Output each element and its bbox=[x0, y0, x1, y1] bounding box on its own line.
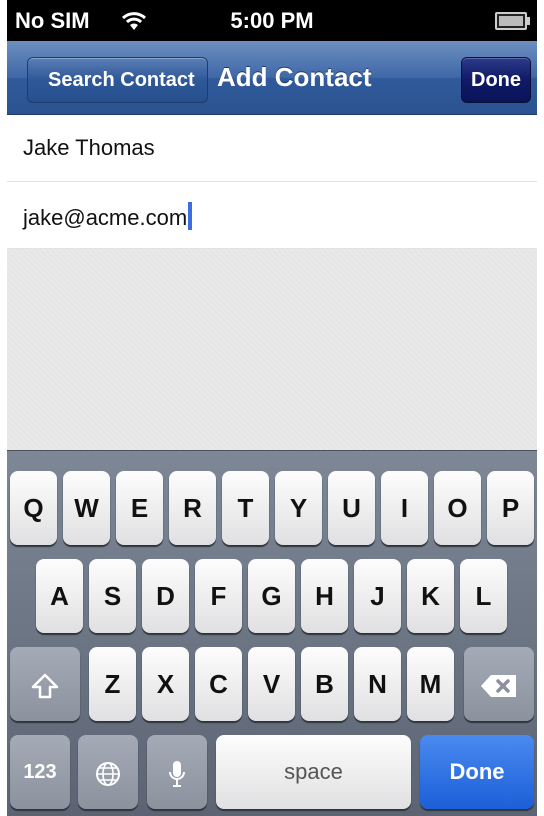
globe-icon bbox=[96, 762, 120, 787]
key-y[interactable]: Y bbox=[275, 471, 322, 545]
key-m[interactable]: M bbox=[407, 647, 454, 721]
page-title: Add Contact bbox=[217, 62, 372, 92]
delete-key[interactable] bbox=[464, 647, 534, 721]
key-f[interactable]: F bbox=[195, 559, 242, 633]
key-z[interactable]: Z bbox=[89, 647, 136, 721]
numbers-key[interactable]: 123 bbox=[10, 735, 70, 809]
key-u[interactable]: U bbox=[328, 471, 375, 545]
key-s[interactable]: S bbox=[89, 559, 136, 633]
key-o[interactable]: O bbox=[434, 471, 481, 545]
dictation-key[interactable] bbox=[147, 735, 207, 809]
done-button[interactable]: Done bbox=[461, 57, 531, 103]
name-field[interactable]: Jake Thomas bbox=[7, 115, 537, 182]
key-i[interactable]: I bbox=[381, 471, 428, 545]
keyboard-done-key[interactable]: Done bbox=[420, 735, 534, 809]
globe-key[interactable] bbox=[78, 735, 138, 809]
key-e[interactable]: E bbox=[116, 471, 163, 545]
navigation-bar: Search Contact Add Contact Done bbox=[7, 41, 537, 115]
key-t[interactable]: T bbox=[222, 471, 269, 545]
key-r[interactable]: R bbox=[169, 471, 216, 545]
backspace-icon bbox=[481, 675, 516, 698]
key-h[interactable]: H bbox=[301, 559, 348, 633]
key-w[interactable]: W bbox=[63, 471, 110, 545]
space-key[interactable]: space bbox=[216, 735, 411, 809]
name-field-value: Jake Thomas bbox=[23, 135, 155, 160]
key-x[interactable]: X bbox=[142, 647, 189, 721]
key-l[interactable]: L bbox=[460, 559, 507, 633]
status-bar: No SIM 5:00 PM bbox=[7, 0, 537, 41]
clock-label: 5:00 PM bbox=[230, 8, 314, 33]
key-p[interactable]: P bbox=[487, 471, 534, 545]
key-j[interactable]: J bbox=[354, 559, 401, 633]
empty-content-area bbox=[7, 249, 537, 450]
text-cursor bbox=[188, 202, 193, 230]
key-g[interactable]: G bbox=[248, 559, 295, 633]
keyboard: Q W E R T Y U I O P A S D F G H J K L Z … bbox=[7, 450, 537, 816]
key-b[interactable]: B bbox=[301, 647, 348, 721]
shift-key[interactable] bbox=[10, 647, 80, 721]
key-d[interactable]: D bbox=[142, 559, 189, 633]
microphone-icon bbox=[169, 761, 185, 788]
battery-icon bbox=[495, 12, 530, 30]
key-c[interactable]: C bbox=[195, 647, 242, 721]
key-n[interactable]: N bbox=[354, 647, 401, 721]
key-q[interactable]: Q bbox=[10, 471, 57, 545]
back-button[interactable]: Search Contact bbox=[27, 57, 208, 103]
key-a[interactable]: A bbox=[36, 559, 83, 633]
key-k[interactable]: K bbox=[407, 559, 454, 633]
shift-icon bbox=[31, 673, 59, 699]
app-screen: No SIM 5:00 PM Search Contact Add Contac… bbox=[7, 0, 537, 816]
key-v[interactable]: V bbox=[248, 647, 295, 721]
email-field-value: jake@acme.com bbox=[23, 205, 188, 230]
email-field[interactable]: jake@acme.com bbox=[7, 182, 537, 249]
